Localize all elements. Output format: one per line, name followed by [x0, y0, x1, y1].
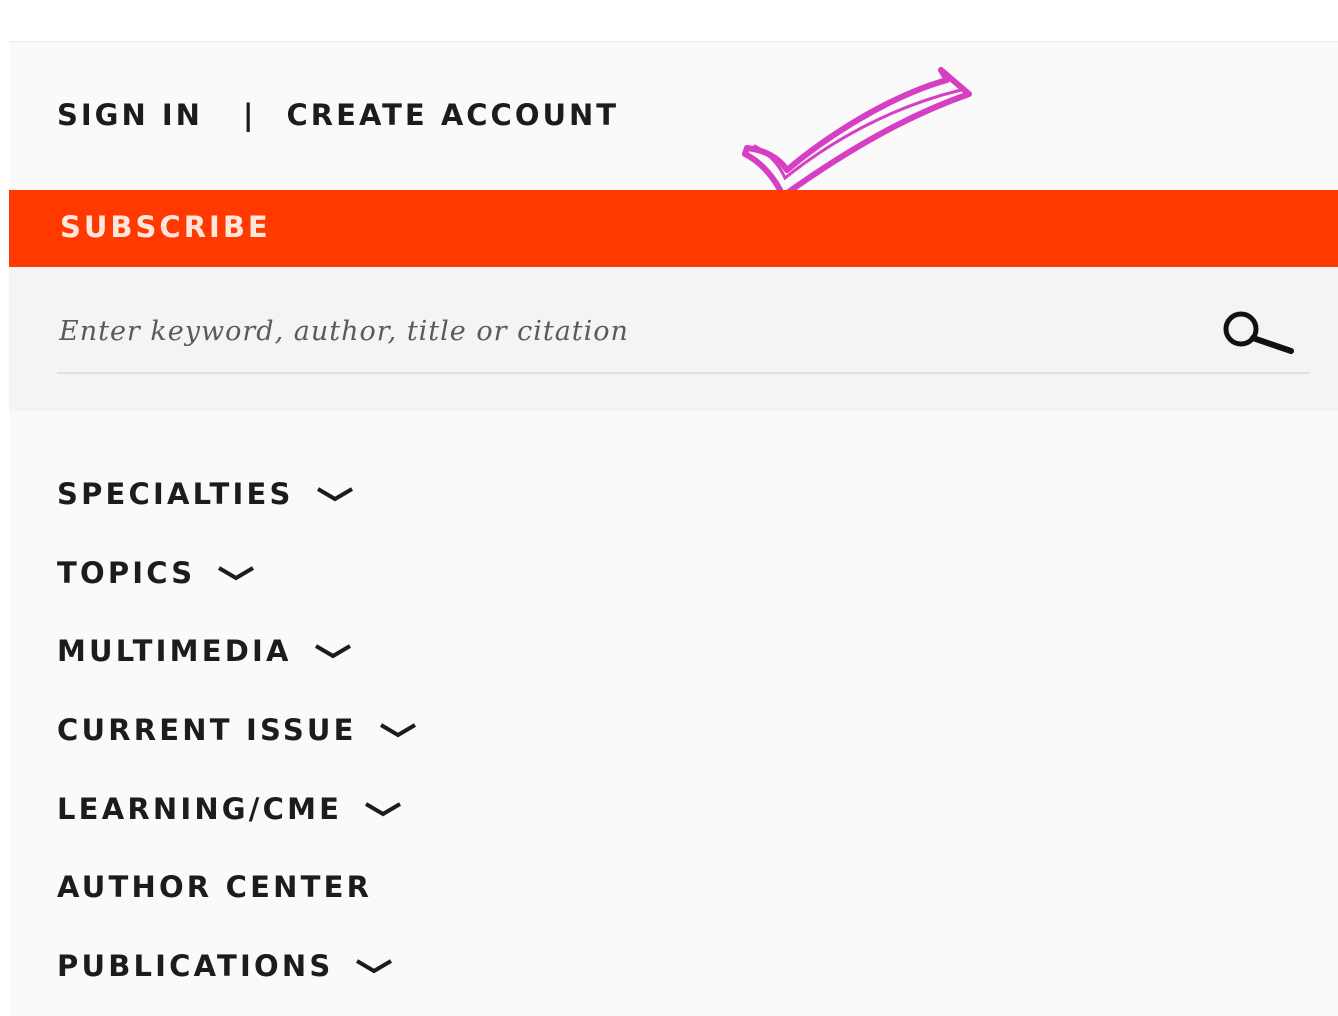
chevron-down-icon	[356, 959, 393, 974]
nav-item-label: LEARNING/CME	[57, 791, 343, 826]
chevron-down-icon	[316, 487, 353, 502]
nav-item-label: TOPICS	[57, 555, 196, 590]
search-input[interactable]	[57, 307, 1191, 355]
nav-item-author-center[interactable]: AUTHOR CENTER	[57, 848, 417, 927]
account-links: SIGN IN | CREATE ACCOUNT	[57, 95, 619, 135]
account-separator: |	[242, 98, 257, 132]
search-bar	[9, 267, 1338, 411]
chevron-down-icon	[314, 644, 351, 659]
nav-item-specialties[interactable]: SPECIALTIES	[57, 455, 417, 534]
nav-item-multimedia[interactable]: MULTIMEDIA	[57, 612, 417, 691]
main-nav: SPECIALTIES TOPICS MULTIMEDIA CURRENT IS…	[57, 455, 417, 1005]
create-account-link[interactable]: CREATE ACCOUNT	[287, 98, 620, 132]
chevron-down-icon	[379, 723, 416, 738]
nav-item-label: CURRENT ISSUE	[57, 713, 357, 748]
search-underline	[57, 372, 1309, 374]
top-strip	[9, 0, 1338, 42]
nav-item-publications[interactable]: PUBLICATIONS	[57, 927, 417, 1006]
nav-item-label: AUTHOR CENTER	[57, 870, 373, 905]
chevron-down-icon	[218, 566, 255, 581]
nav-item-label: MULTIMEDIA	[57, 634, 292, 669]
subscribe-button[interactable]: SUBSCRIBE	[9, 190, 1338, 267]
nav-item-label: PUBLICATIONS	[57, 948, 334, 983]
subscribe-label: SUBSCRIBE	[60, 210, 271, 244]
sign-in-link[interactable]: SIGN IN	[57, 98, 203, 132]
nav-item-current-issue[interactable]: CURRENT ISSUE	[57, 691, 417, 770]
chevron-down-icon	[365, 801, 402, 816]
nav-item-label: SPECIALTIES	[57, 477, 294, 512]
nav-item-learning-cme[interactable]: LEARNING/CME	[57, 769, 417, 848]
nav-item-topics[interactable]: TOPICS	[57, 534, 417, 613]
page: SIGN IN | CREATE ACCOUNT SUBSCRIBE SPECI…	[0, 0, 1338, 1016]
search-icon[interactable]	[1209, 307, 1299, 357]
